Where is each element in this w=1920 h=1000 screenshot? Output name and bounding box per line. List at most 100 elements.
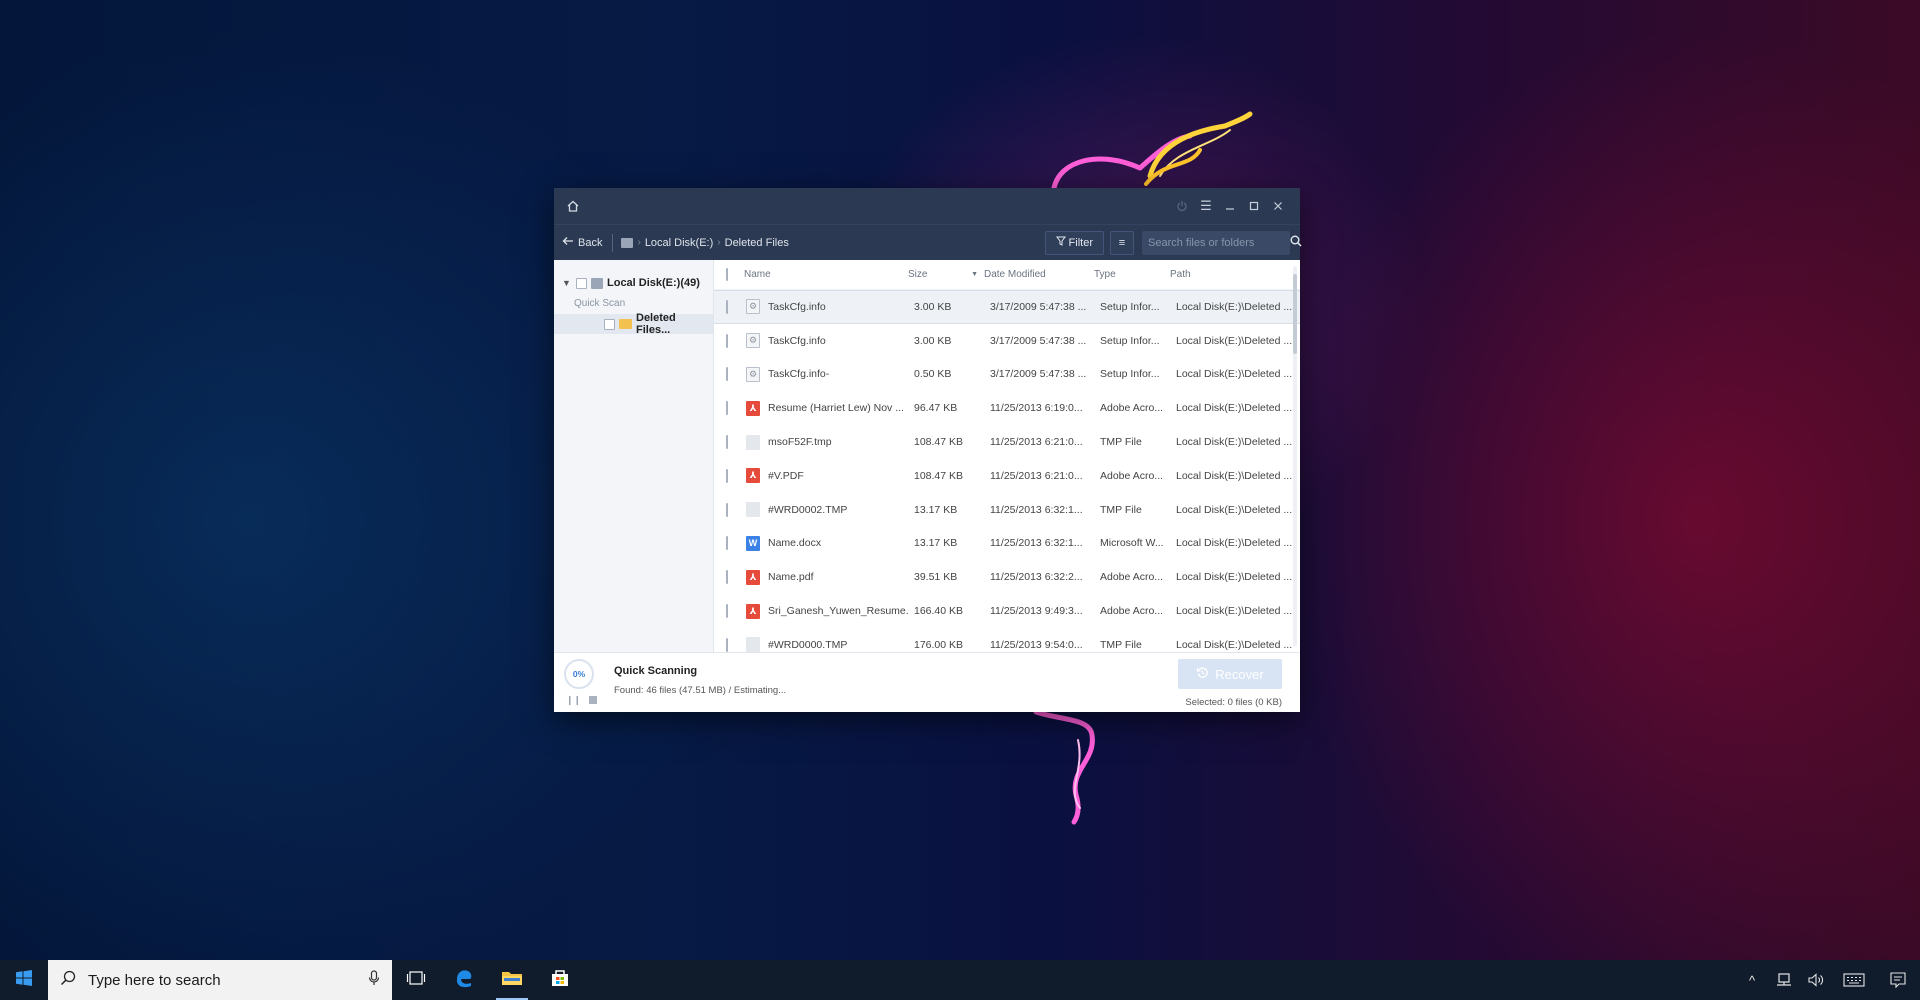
recover-button[interactable]: Recover [1178,659,1282,689]
breadcrumb-separator-icon: › [717,237,721,248]
view-list-button[interactable]: ≡ [1110,230,1134,255]
keyboard-icon[interactable] [1832,960,1876,1000]
select-all-checkbox[interactable] [726,268,728,281]
minimize-icon[interactable] [1218,194,1242,218]
file-name-cell: W Name.docx [742,535,908,551]
scan-title: Quick Scanning [614,665,698,677]
row-checkbox[interactable] [726,299,728,314]
breadcrumb-item-disk[interactable]: Local Disk(E:) [645,237,713,249]
file-name-cell: ⚙ TaskCfg.info- [742,366,908,382]
file-date: 11/25/2013 9:54:0... [990,638,1083,651]
notification-icon[interactable] [1876,960,1920,1000]
column-header-type[interactable]: Type [1094,269,1170,280]
close-icon[interactable] [1266,194,1290,218]
breadcrumb-item-deleted-files[interactable]: Deleted Files [725,237,789,249]
file-date: 11/25/2013 6:19:0... [990,402,1083,415]
content-area: ▼ Local Disk(E:)(49) Quick Scan Deleted … [554,260,1300,652]
column-header-path[interactable]: Path [1170,269,1300,280]
file-path: Local Disk(E:)\Deleted ... [1176,300,1293,313]
chevron-up-icon[interactable]: ^ [1736,960,1768,1000]
filter-button[interactable]: Filter [1044,230,1104,255]
file-name-cell: msoF52F.tmp [742,434,908,450]
back-button[interactable]: Back [562,233,614,252]
menu-icon[interactable]: ☰ [1194,194,1218,218]
breadcrumb: › Local Disk(E:) › Deleted Files [613,237,789,249]
table-row[interactable]: #WRD0000.TMP 176.00 KB 11/25/2013 9:54:0..… [714,628,1300,652]
scrollbar-thumb[interactable] [1293,274,1297,354]
file-name: #V.PDF [768,469,804,482]
search-icon[interactable] [1290,235,1302,250]
table-row[interactable]: ⅄ #V.PDF 108.47 KB 11/25/2013 6:21:0... Adob… [714,459,1300,493]
column-header-name[interactable]: Name [742,269,908,280]
file-date: 11/25/2013 9:49:3... [990,605,1083,618]
file-path: Local Disk(E:)\Deleted ... [1176,605,1293,618]
task-view-button[interactable] [392,960,440,1000]
table-row[interactable]: ⅄ Resume (Harriet Lew) Nov ... 96.47 KB 11/… [714,391,1300,425]
table-row[interactable]: W Name.docx 13.17 KB 11/25/2013 6:32:1... Mi… [714,527,1300,561]
row-checkbox[interactable] [726,435,728,450]
file-name: Resume (Harriet Lew) Nov ... [768,402,904,415]
network-icon[interactable] [1768,960,1800,1000]
table-row[interactable]: ⚙ TaskCfg.info- 0.50 KB 3/17/2009 5:47:38 .… [714,358,1300,392]
vertical-scrollbar[interactable] [1293,266,1297,646]
microphone-icon[interactable] [368,969,380,991]
root-checkbox[interactable] [576,277,587,289]
file-path: Local Disk(E:)\Deleted ... [1176,503,1293,516]
row-checkbox[interactable] [726,570,728,585]
pause-icon[interactable]: ❙❙ [566,695,581,706]
row-checkbox[interactable] [726,468,728,483]
file-date: 11/25/2013 6:21:0... [990,436,1083,449]
edge-browser-button[interactable] [440,960,488,1000]
store-button[interactable] [536,960,584,1000]
file-type: Microsoft W... [1100,537,1164,550]
stop-icon[interactable] [589,696,598,704]
selected-info: Selected: 0 files (0 KB) [1185,697,1282,708]
volume-icon[interactable] [1800,960,1832,1000]
table-row[interactable]: #WRD0002.TMP 13.17 KB 11/25/2013 6:32:1...… [714,493,1300,527]
tree-item-deleted-files[interactable]: Deleted Files... [554,312,713,336]
progress-percent: 0% [572,669,586,679]
search-input[interactable] [1148,236,1290,249]
table-header: Name Size ▼ Date Modified Type Path [714,260,1300,290]
table-row[interactable]: ⚙ TaskCfg.info 3.00 KB 3/17/2009 5:47:38 ..… [714,290,1300,324]
setup-file-icon: ⚙ [746,333,760,349]
table-row[interactable]: ⅄ Name.pdf 39.51 KB 11/25/2013 6:32:2... Ado… [714,560,1300,594]
progress-indicator: 0% [564,659,594,689]
folder-icon [501,969,523,992]
file-type: TMP File [1100,436,1142,449]
setup-file-icon: ⚙ [746,299,760,315]
row-checkbox[interactable] [726,333,728,348]
row-checkbox[interactable] [726,604,728,619]
table-row[interactable]: ⚙ TaskCfg.info 3.00 KB 3/17/2009 5:47:38 ..… [714,324,1300,358]
file-size: 13.17 KB [914,537,958,550]
file-date: 3/17/2009 5:47:38 ... [990,334,1087,347]
recover-icon [1196,666,1209,682]
column-header-size[interactable]: Size ▼ [908,269,984,280]
file-explorer-button[interactable] [488,960,536,1000]
tree-folder-label: Deleted Files... [636,312,676,336]
column-header-date[interactable]: Date Modified [984,269,1094,280]
taskbar-search-input[interactable] [88,971,356,989]
row-checkbox[interactable] [726,367,728,382]
tree-item-root[interactable]: ▼ Local Disk(E:)(49) [554,274,713,292]
file-path: Local Disk(E:)\Deleted ... [1176,638,1293,651]
table-row[interactable]: msoF52F.tmp 108.47 KB 11/25/2013 6:21:0...… [714,425,1300,459]
row-checkbox[interactable] [726,502,728,517]
row-checkbox[interactable] [726,637,728,652]
maximize-icon[interactable] [1242,194,1266,218]
start-button[interactable] [0,960,48,1000]
disk-icon [621,237,634,248]
power-icon[interactable] [1170,194,1194,218]
chevron-down-icon[interactable]: ▼ [562,278,572,288]
back-label: Back [578,236,603,249]
row-checkbox[interactable] [726,401,728,416]
folder-checkbox[interactable] [604,318,615,330]
home-icon[interactable] [564,197,582,215]
row-checkbox[interactable] [726,536,728,551]
file-size: 13.17 KB [914,503,958,516]
table-row[interactable]: ⅄ Sri_Ganesh_Yuwen_Resume... 166.40 KB 11/2… [714,594,1300,628]
scan-info: Quick Scanning Found: 46 files (47.51 MB… [614,665,786,696]
task-view-icon [406,970,426,991]
file-size: 0.50 KB [914,368,952,381]
edge-icon [453,967,475,994]
